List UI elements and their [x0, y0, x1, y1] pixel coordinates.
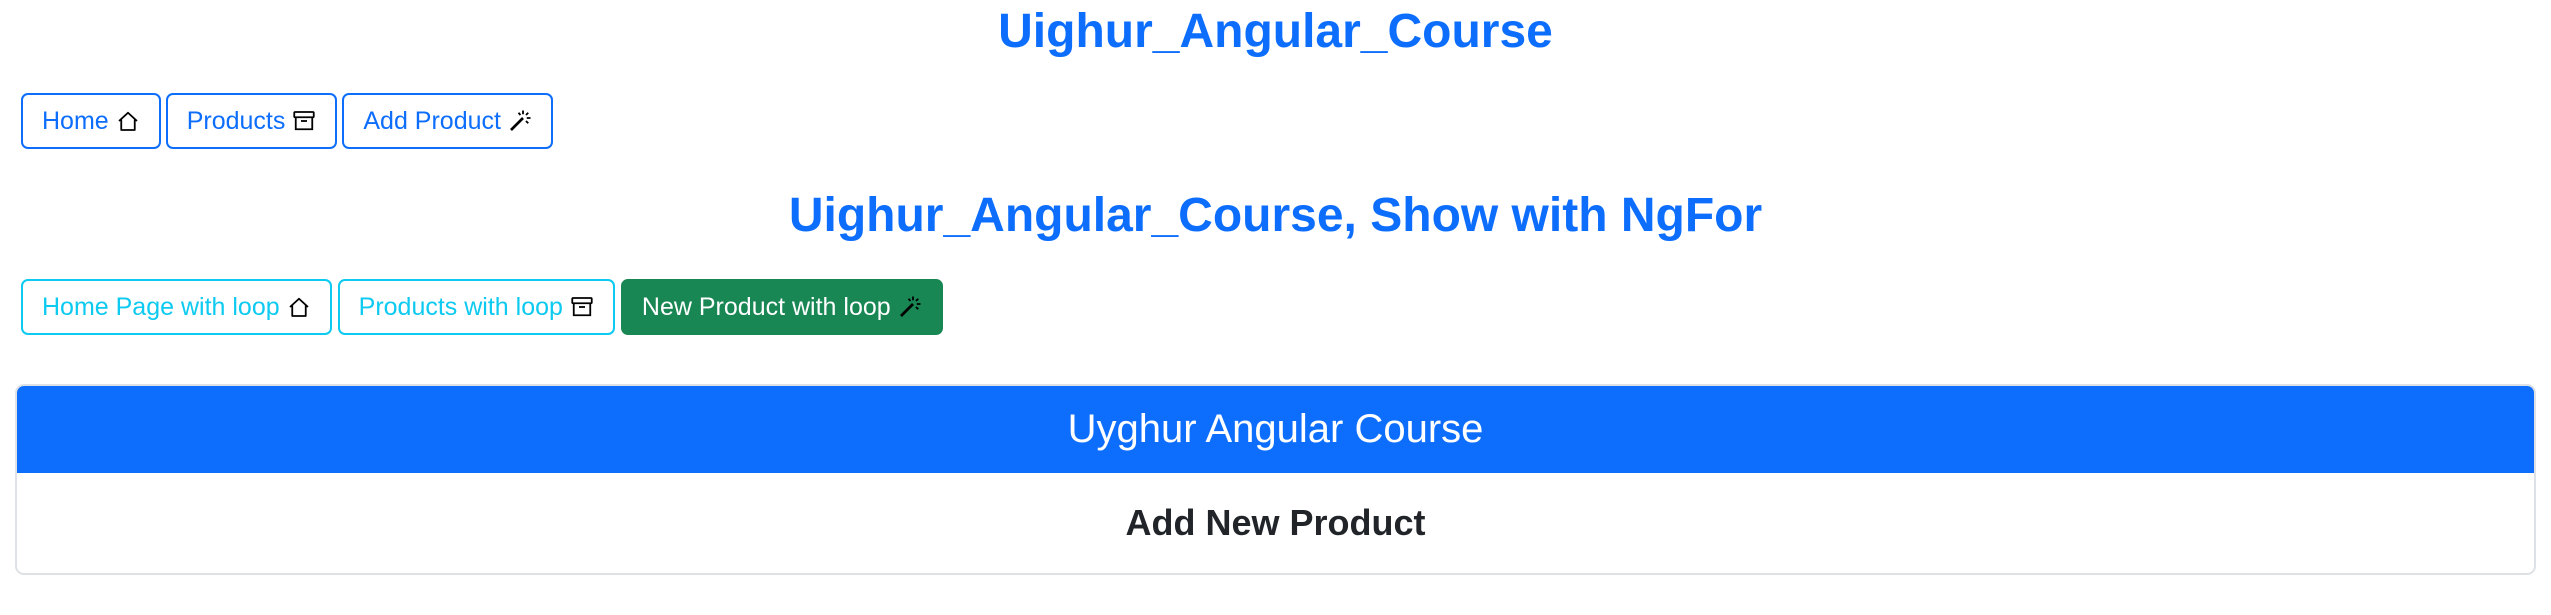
add-product-button[interactable]: Add Product	[342, 93, 553, 149]
products-loop-label: Products with loop	[358, 292, 563, 321]
new-product-loop-button[interactable]: New Product with loop	[620, 279, 943, 335]
card-header: Uyghur Angular Course	[17, 386, 2534, 473]
house-icon	[118, 111, 138, 131]
page-title: Uighur_Angular_Course	[998, 5, 1553, 58]
ngfor-title: Uighur_Angular_Course, Show with NgFor	[788, 189, 1763, 242]
new-product-loop-label: New Product with loop	[641, 292, 891, 321]
magic-wand-icon	[509, 110, 531, 131]
course-card: Uyghur Angular Course Add New Product	[15, 384, 2536, 575]
products-loop-button[interactable]: Products with loop	[337, 279, 615, 335]
home-page-loop-button[interactable]: Home Page with loop	[21, 279, 332, 335]
home-button[interactable]: Home	[21, 93, 161, 149]
card-body-title: Add New Product	[1125, 502, 1426, 543]
house-icon	[289, 297, 309, 317]
main-nav: Home Products Add Product	[21, 93, 553, 149]
magic-wand-icon	[899, 296, 921, 317]
archive-icon	[293, 111, 316, 131]
products-button-label: Products	[186, 106, 286, 135]
add-product-button-label: Add Product	[363, 106, 501, 135]
archive-icon	[571, 297, 593, 317]
home-page-loop-label: Home Page with loop	[42, 292, 280, 321]
ngfor-nav: Home Page with loop Products with loop N…	[21, 279, 943, 335]
home-button-label: Home	[42, 106, 109, 135]
products-button[interactable]: Products	[165, 93, 338, 149]
